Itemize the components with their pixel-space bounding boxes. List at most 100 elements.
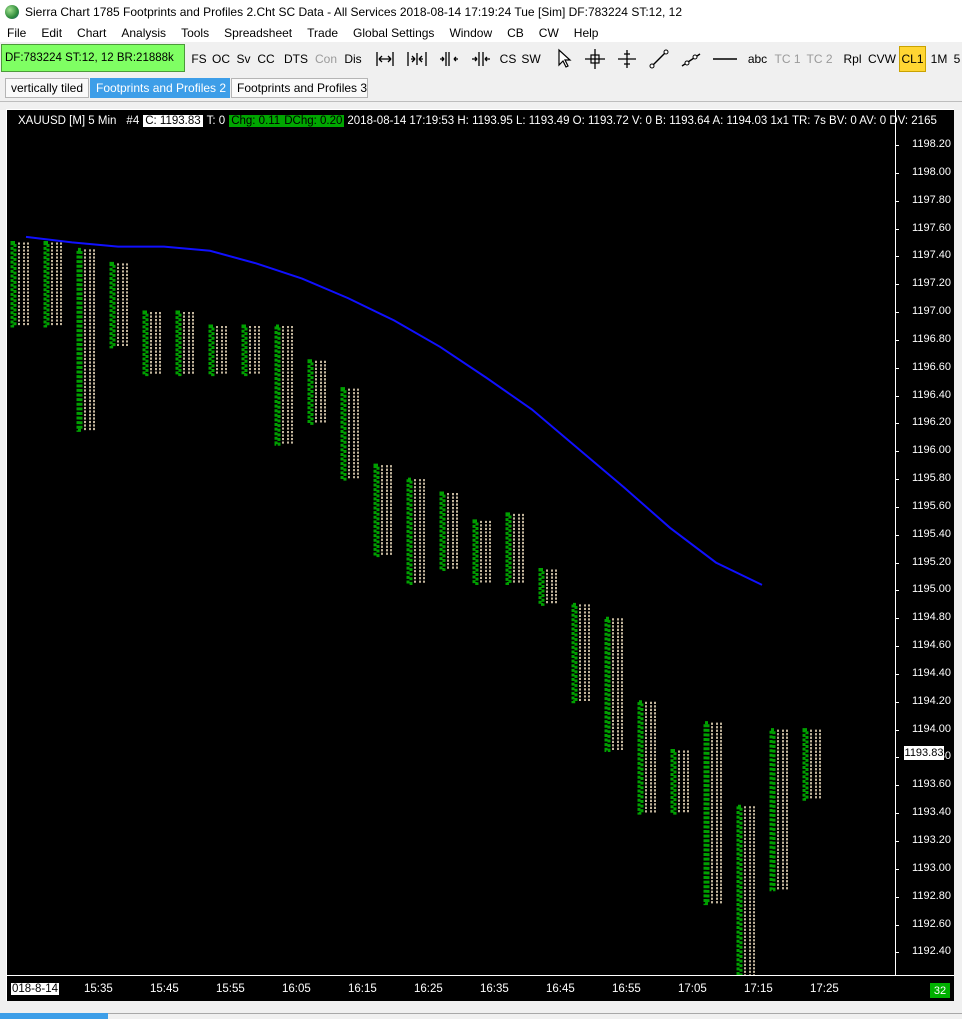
price-scale-label: 1195.80 — [912, 472, 951, 485]
footprint-bar[interactable] — [406, 477, 425, 585]
footprint-bar[interactable] — [472, 519, 491, 585]
1m-button[interactable]: 1M — [927, 46, 951, 72]
menu-global-settings[interactable]: Global Settings — [346, 26, 442, 40]
menu-spreadsheet[interactable]: Spreadsheet — [217, 26, 300, 40]
volume-strip — [76, 247, 83, 432]
app-globe-icon — [5, 5, 19, 19]
5-button[interactable]: 5 — [952, 46, 962, 72]
price-scale-tick — [895, 395, 899, 397]
volume-strip — [307, 359, 314, 425]
menu-analysis[interactable]: Analysis — [114, 26, 174, 40]
window-title: Sierra Chart 1785 Footprints and Profile… — [25, 5, 683, 19]
footprint-bar[interactable] — [175, 310, 194, 377]
footprint-bar[interactable] — [736, 804, 755, 975]
footprint-bar[interactable] — [43, 240, 62, 328]
footprint-bar[interactable] — [769, 728, 788, 892]
menu-file[interactable]: File — [0, 26, 34, 40]
price-scale-tick — [895, 367, 899, 369]
footprint-bar[interactable] — [340, 387, 359, 481]
footprint-plot — [10, 235, 821, 975]
menu-cw[interactable]: CW — [532, 26, 567, 40]
menu-edit[interactable]: Edit — [34, 26, 70, 40]
footprint-bar[interactable] — [274, 324, 293, 446]
footprint-bar[interactable] — [241, 324, 260, 377]
volume-strip — [175, 310, 182, 377]
crosshair-icon[interactable] — [581, 46, 609, 72]
volume-strip — [736, 804, 743, 975]
dis-button[interactable]: Dis — [342, 46, 364, 72]
tab-footprints-and-profiles-3[interactable]: Footprints and Profiles 3 — [231, 78, 368, 98]
footprint-bar[interactable] — [208, 324, 227, 377]
cs-button[interactable]: CS — [497, 46, 519, 72]
text-tool-button[interactable]: abc — [744, 46, 771, 72]
price-scale-tick — [895, 729, 899, 731]
footprint-bar[interactable] — [76, 247, 95, 432]
value-tool-icon[interactable] — [613, 46, 641, 72]
oc-button[interactable]: OC — [210, 46, 232, 72]
time-scale-label: 17:15 — [744, 983, 773, 995]
price-scale-tick — [895, 200, 899, 202]
chart-region[interactable]: XAUUSD [M] 5 Min #4 C: 1193.83 T: 0 Chg:… — [6, 109, 954, 1001]
menu-chart[interactable]: Chart — [70, 26, 114, 40]
price-scale-label: 1195.60 — [912, 499, 951, 512]
footprint-bar[interactable] — [373, 463, 392, 558]
menu-window[interactable]: Window — [442, 26, 500, 40]
price-scale-tick — [895, 562, 899, 564]
footprint-bar[interactable] — [10, 240, 29, 328]
price-scale-label: 1196.80 — [912, 332, 951, 345]
bar-count-badge: 32 — [930, 983, 950, 998]
price-scale-tick — [895, 785, 899, 787]
cl1-button[interactable]: CL1 — [899, 46, 926, 72]
date-badge: 018-8-14 — [11, 983, 60, 995]
con-button[interactable]: Con — [312, 46, 340, 72]
time-scale-label: 15:35 — [84, 983, 113, 995]
fs-button[interactable]: FS — [189, 46, 209, 72]
footprint-bar[interactable] — [307, 359, 326, 425]
ray-tool-icon[interactable] — [677, 46, 705, 72]
menu-help[interactable]: Help — [567, 26, 607, 40]
cvw-button[interactable]: CVW — [866, 46, 898, 72]
zoom-in-width-icon[interactable] — [403, 46, 431, 72]
horizontal-line-icon[interactable] — [709, 46, 741, 72]
price-scale-tick — [895, 701, 899, 703]
footprint-bar[interactable] — [109, 261, 128, 349]
footprint-bar[interactable] — [703, 721, 722, 906]
compress-bars-icon[interactable] — [435, 46, 463, 72]
rpl-button[interactable]: Rpl — [840, 46, 865, 72]
tc2-button[interactable]: TC 2 — [805, 46, 834, 72]
sw-button[interactable]: SW — [520, 46, 542, 72]
footprint-bar[interactable] — [637, 700, 656, 815]
footprint-bar[interactable] — [505, 512, 524, 585]
menu-cb[interactable]: CB — [500, 26, 532, 40]
menu-trade[interactable]: Trade — [300, 26, 346, 40]
tc1-button[interactable]: TC 1 — [773, 46, 802, 72]
volume-strip — [670, 749, 677, 815]
price-scale-label: 1195.40 — [912, 527, 951, 540]
sv-button[interactable]: Sv — [233, 46, 254, 72]
volume-strip — [802, 728, 809, 801]
tab-footprints-and-profiles-2[interactable]: Footprints and Profiles 2 — [90, 78, 230, 98]
bottom-tab-indicator[interactable] — [0, 1013, 108, 1019]
footprint-bar[interactable] — [802, 728, 821, 801]
price-scale-label: 1193.40 — [912, 806, 951, 819]
footprint-bar[interactable] — [439, 491, 458, 572]
price-scale-tick — [895, 479, 899, 481]
time-scale-label: 16:25 — [414, 983, 443, 995]
pointer-icon[interactable] — [549, 46, 577, 72]
zoom-width-icon[interactable] — [371, 46, 399, 72]
footprint-bar[interactable] — [604, 616, 623, 753]
footprint-bar[interactable] — [571, 602, 590, 704]
footprint-bar[interactable] — [142, 310, 161, 377]
price-scale-label: 1196.60 — [912, 360, 951, 373]
volume-strip — [241, 324, 248, 377]
menu-tools[interactable]: Tools — [174, 26, 217, 40]
dts-button[interactable]: DTS — [282, 46, 310, 72]
tab-vertically-tiled[interactable]: vertically tiled — [5, 78, 89, 98]
footprint-bar[interactable] — [670, 749, 689, 815]
expand-bars-icon[interactable] — [467, 46, 495, 72]
footprint-bar[interactable] — [538, 568, 557, 606]
volume-strip — [637, 700, 644, 815]
cc-button[interactable]: CC — [255, 46, 277, 72]
time-scale-label: 17:05 — [678, 983, 707, 995]
line-tool-icon[interactable] — [645, 46, 673, 72]
